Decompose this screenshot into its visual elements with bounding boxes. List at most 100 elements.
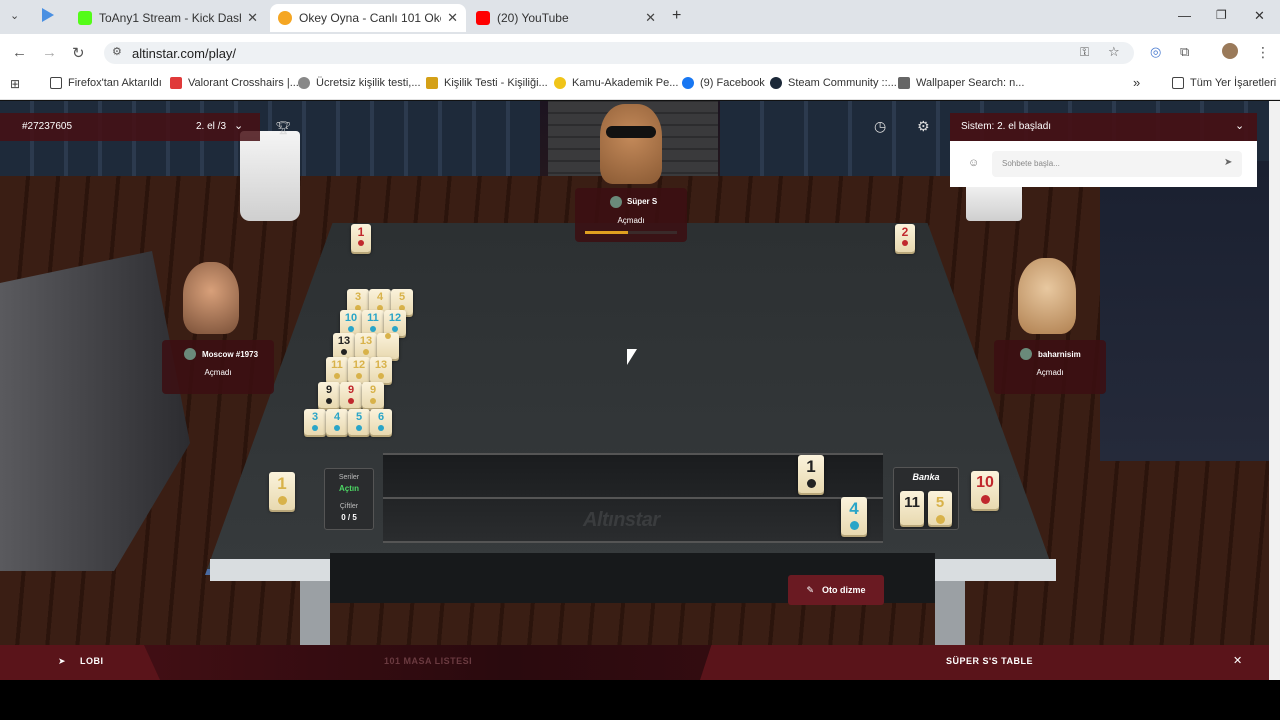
- player-name: Süper S: [627, 197, 658, 206]
- current-table-title: SÜPER S'S TABLE: [946, 656, 1033, 666]
- reload-icon[interactable]: ↻: [72, 44, 85, 62]
- location-arrow-icon: ➤: [58, 656, 67, 666]
- pinned-tab-icon[interactable]: [42, 8, 54, 22]
- all-bookmarks-folder[interactable]: Tüm Yer İşaretleri: [1172, 77, 1276, 89]
- bookmark-valorant[interactable]: Valorant Crosshairs |...: [170, 77, 299, 89]
- new-tab-button[interactable]: +: [672, 7, 681, 25]
- bookmark-label: Ücretsiz kişilik testi,...: [316, 77, 421, 89]
- tile-star-icon: [356, 373, 362, 379]
- tile-number: 11: [367, 312, 379, 324]
- close-tab-icon[interactable]: ✕: [645, 10, 656, 26]
- send-icon[interactable]: ➤: [1224, 157, 1232, 168]
- timer-icon[interactable]: ◷: [874, 118, 886, 135]
- bookmark-wallpaper[interactable]: Wallpaper Search: n...: [898, 77, 1024, 89]
- player-top-avatar[interactable]: [600, 104, 662, 184]
- chevron-down-icon[interactable]: ⌄: [1235, 119, 1244, 132]
- tab-okey[interactable]: Okey Oyna - Canlı 101 Okey ve ✕: [270, 4, 466, 32]
- bookmark-steam[interactable]: Steam Community ::...: [770, 77, 897, 89]
- emoji-icon[interactable]: ☺: [968, 157, 979, 169]
- bookmark-kisilik-testi[interactable]: Ücretsiz kişilik testi,...: [298, 77, 421, 89]
- tile-star-icon: [385, 333, 391, 339]
- bookmark-kisilik-testi-2[interactable]: Kişilik Testi - Kişiliği...: [426, 77, 548, 89]
- tab-list-icon[interactable]: ⌄: [10, 9, 19, 22]
- meld-tile[interactable]: [377, 333, 399, 359]
- close-tab-icon[interactable]: ✕: [247, 10, 258, 26]
- bank-tile[interactable]: 11: [900, 491, 924, 525]
- close-tab-icon[interactable]: ✕: [447, 10, 458, 26]
- apps-grid-icon[interactable]: ⊞: [10, 77, 20, 91]
- menu-icon[interactable]: ⋮: [1256, 44, 1270, 61]
- player-right-avatar[interactable]: [1018, 258, 1076, 334]
- more-bookmarks-icon[interactable]: »: [1133, 75, 1140, 90]
- password-key-icon[interactable]: ⚿: [1080, 45, 1089, 60]
- bookmark-kamu-akademik[interactable]: Kamu-Akademik Pe...: [554, 77, 678, 89]
- minimize-icon[interactable]: —: [1178, 8, 1191, 23]
- discard-tile-top-left[interactable]: 1: [351, 224, 371, 252]
- meld-tile[interactable]: 9: [318, 382, 340, 408]
- turn-timer-bar: [585, 231, 677, 234]
- page-scrollbar[interactable]: [1269, 101, 1280, 680]
- meld-tile[interactable]: 9: [362, 382, 384, 408]
- discard-tile-left[interactable]: 1: [269, 472, 295, 510]
- site-icon: [898, 77, 910, 89]
- meld-tile[interactable]: 13: [333, 333, 355, 359]
- table-list-button[interactable]: 101 MASA LISTESI: [384, 656, 472, 666]
- back-icon[interactable]: ←: [12, 44, 27, 61]
- bookmark-star-icon[interactable]: ☆: [1108, 44, 1120, 60]
- player-left-avatar[interactable]: [183, 262, 239, 334]
- gear-icon[interactable]: ⚙: [917, 118, 930, 135]
- lobby-button[interactable]: LOBI: [80, 656, 104, 666]
- site-icon: [426, 77, 438, 89]
- tab-youtube[interactable]: (20) YouTube ✕: [468, 4, 664, 32]
- rack-tile[interactable]: 4: [841, 497, 867, 535]
- chat-input[interactable]: Sohbete başla... ➤: [992, 151, 1242, 177]
- tab-kick[interactable]: ToAny1 Stream - Kick Dashboar ✕: [70, 4, 266, 32]
- url-text: altinstar.com/play/: [132, 46, 237, 61]
- round-selector[interactable]: 2. el /3: [196, 121, 226, 132]
- bookmark-folder-firefox[interactable]: Firefox'tan Aktarıldı: [50, 77, 162, 89]
- rack-tile[interactable]: 1: [798, 455, 824, 493]
- trophy-icon[interactable]: 🏆︎: [275, 120, 292, 136]
- bank-label: Banka: [912, 472, 940, 482]
- tile-number: 13: [359, 335, 373, 347]
- close-window-icon[interactable]: ✕: [1254, 8, 1265, 24]
- table-info-bar: #27237605 2. el /3 ⌄: [0, 113, 260, 141]
- close-table-icon[interactable]: ✕: [1233, 654, 1243, 667]
- valorant-icon: [170, 77, 182, 89]
- meld-tile[interactable]: 11: [326, 357, 348, 383]
- discard-tile-top-right[interactable]: 2: [895, 224, 915, 252]
- bank-tile[interactable]: 5: [928, 491, 952, 525]
- profile-avatar[interactable]: [1222, 43, 1238, 59]
- meld-tile[interactable]: 13: [355, 333, 377, 359]
- bookmark-label: Steam Community ::...: [788, 77, 897, 89]
- tile-star-icon: [341, 349, 347, 355]
- bookmark-label: Tüm Yer İşaretleri: [1190, 77, 1277, 89]
- maximize-icon[interactable]: ❐: [1216, 8, 1227, 22]
- meld-tile[interactable]: 4: [326, 409, 348, 435]
- chat-input-area: ☺ Sohbete başla... ➤: [950, 141, 1257, 187]
- meld-tile[interactable]: 12: [348, 357, 370, 383]
- badge-icon: [184, 348, 196, 360]
- meld-tile[interactable]: 5: [348, 409, 370, 435]
- tile-star-icon: [849, 521, 859, 530]
- meld-tile[interactable]: 3: [304, 409, 326, 435]
- chevron-down-icon[interactable]: ⌄: [234, 119, 243, 132]
- meld-tile[interactable]: 13: [370, 357, 392, 383]
- extension-icon[interactable]: ◎: [1150, 44, 1161, 60]
- puzzle-icon[interactable]: ⧉: [1180, 44, 1189, 60]
- bookmark-facebook[interactable]: (9) Facebook: [682, 77, 765, 89]
- meld-tile[interactable]: 6: [370, 409, 392, 435]
- site-info-icon[interactable]: ⚙: [112, 45, 122, 58]
- player-name: Moscow #1973: [202, 350, 259, 359]
- address-bar[interactable]: ⚙ altinstar.com/play/ ⚿ ☆: [104, 42, 1134, 64]
- site-icon: [298, 77, 310, 89]
- rack-brand: Altınstar: [583, 509, 660, 531]
- rack-divider: [383, 497, 883, 499]
- chat-header[interactable]: Sistem: 2. el başladı ⌄: [950, 113, 1257, 141]
- auto-sort-button[interactable]: ✎ Oto dizme: [788, 575, 884, 605]
- tile-number: 9: [325, 384, 333, 396]
- forward-icon[interactable]: →: [42, 44, 57, 61]
- meld-tile[interactable]: 9: [340, 382, 362, 408]
- tile-number: 5: [398, 291, 406, 303]
- planter-right: [966, 181, 1022, 221]
